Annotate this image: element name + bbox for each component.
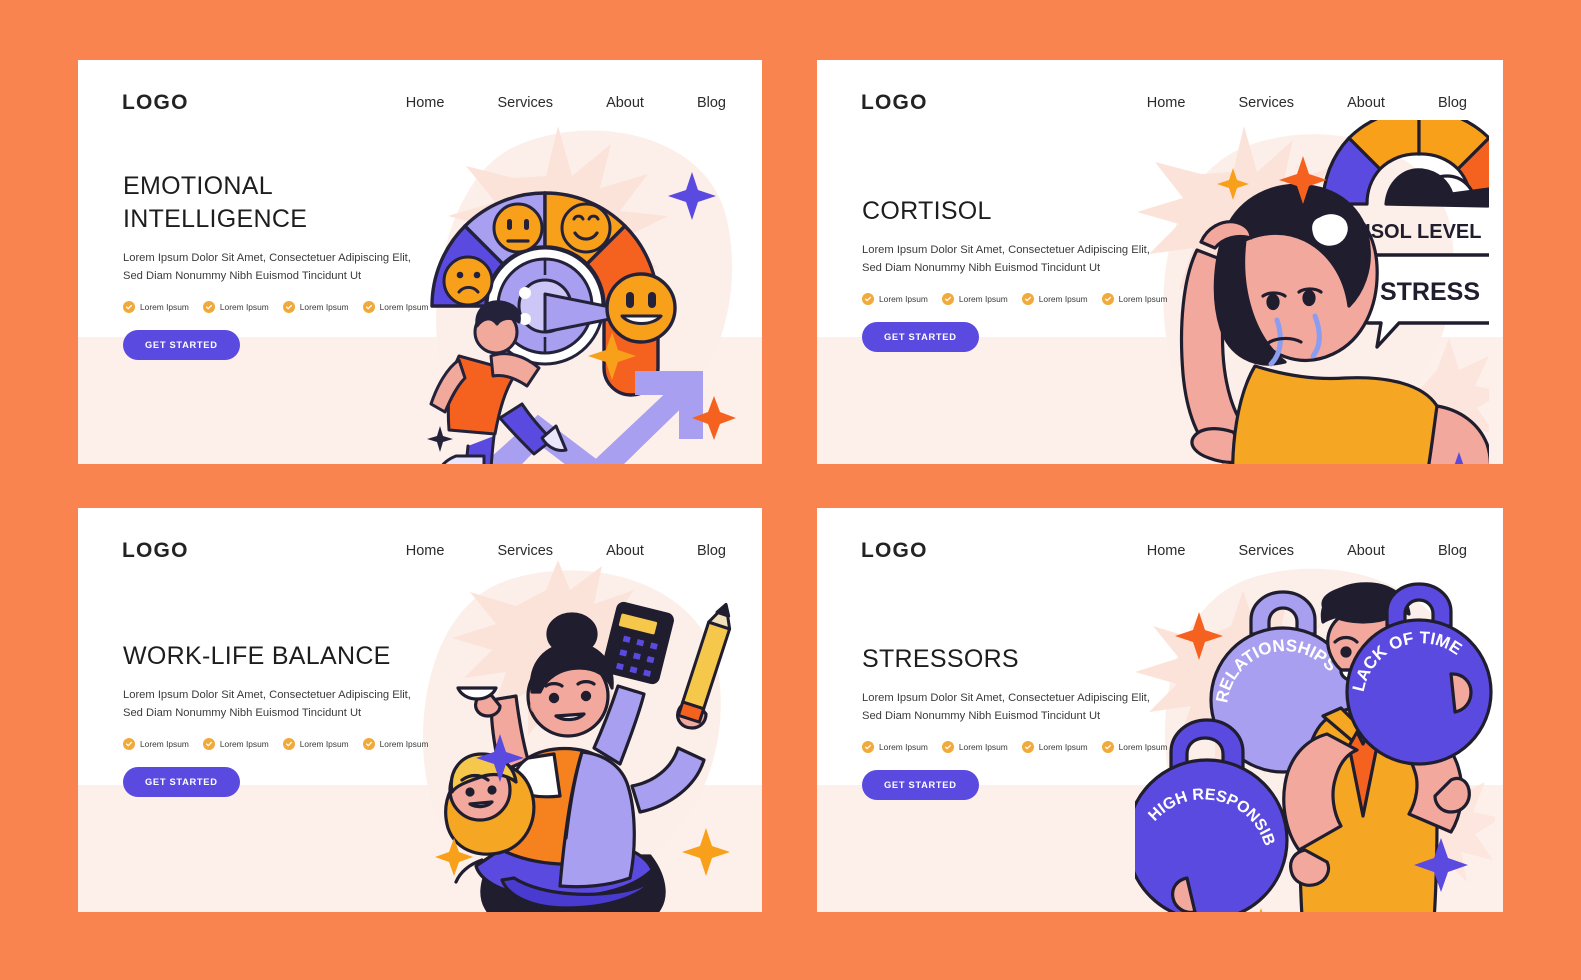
speech-bubble-label: STRESS	[1380, 278, 1480, 306]
hero-subtitle: Lorem Ipsum Dolor Sit Amet, Consectetuer…	[123, 689, 411, 720]
check-circle-icon	[1101, 741, 1114, 754]
feature-item: Lorem Ipsum	[1021, 741, 1088, 754]
feature-item: Lorem Ipsum	[123, 301, 189, 314]
nav-item-about[interactable]: About	[1347, 95, 1385, 111]
check-circle-icon	[941, 741, 954, 754]
feature-label: Lorem Ipsum	[379, 739, 429, 750]
nav-item-about[interactable]: About	[606, 543, 644, 559]
feature-item: Lorem Ipsum	[362, 301, 429, 314]
logo[interactable]: LOGO	[861, 91, 928, 115]
check-circle-icon	[123, 301, 135, 314]
nav-item-home[interactable]: Home	[406, 95, 445, 111]
check-circle-icon	[282, 301, 295, 314]
feature-list: Lorem Ipsum Lorem Ipsum Lorem Ipsum Lore…	[862, 741, 1192, 754]
feature-item: Lorem Ipsum	[202, 301, 269, 314]
feature-label: Lorem Ipsum	[140, 302, 189, 313]
get-started-button[interactable]: GET STARTED	[862, 322, 979, 353]
check-circle-icon	[1101, 293, 1114, 306]
feature-item: Lorem Ipsum	[941, 741, 1008, 754]
feature-label: Lorem Ipsum	[299, 302, 349, 313]
feature-label: Lorem Ipsum	[1118, 742, 1168, 753]
logo[interactable]: LOGO	[861, 539, 928, 563]
feature-label: Lorem Ipsum	[1038, 742, 1088, 753]
feature-item: Lorem Ipsum	[202, 738, 269, 751]
hero-subtitle: Lorem Ipsum Dolor Sit Amet, Consectetuer…	[123, 252, 411, 283]
feature-label: Lorem Ipsum	[879, 742, 928, 753]
main-nav: Home Services About Blog	[1147, 95, 1467, 111]
landing-card-work-life-balance: LOGO Home Services About Blog WORK-LIFE …	[78, 508, 762, 912]
feature-label: Lorem Ipsum	[1118, 294, 1168, 305]
hero-subtitle: Lorem Ipsum Dolor Sit Amet, Consectetuer…	[862, 244, 1150, 275]
emoji-very-happy-icon	[605, 272, 677, 344]
logo[interactable]: LOGO	[122, 91, 189, 115]
emoji-happy-icon	[560, 202, 612, 254]
landing-card-emotional-intelligence: LOGO Home Services About Blog EMOTIONAL …	[78, 60, 762, 464]
get-started-button[interactable]: GET STARTED	[862, 770, 979, 801]
site-header: LOGO Home Services About Blog	[122, 86, 726, 120]
feature-item: Lorem Ipsum	[1101, 741, 1168, 754]
feature-label: Lorem Ipsum	[219, 739, 269, 750]
nav-item-home[interactable]: Home	[1147, 95, 1186, 111]
hero-copy: CORTISOL Lorem Ipsum Dolor Sit Amet, Con…	[862, 195, 1192, 353]
get-started-button[interactable]: GET STARTED	[123, 767, 240, 798]
main-nav: Home Services About Blog	[406, 95, 726, 111]
feature-item: Lorem Ipsum	[282, 738, 349, 751]
feature-label: Lorem Ipsum	[140, 739, 189, 750]
nav-item-services[interactable]: Services	[1238, 95, 1294, 111]
site-header: LOGO Home Services About Blog	[861, 86, 1467, 120]
nav-item-blog[interactable]: Blog	[697, 543, 726, 559]
nav-item-blog[interactable]: Blog	[1438, 95, 1467, 111]
page-title: STRESSORS	[862, 645, 1019, 673]
feature-item: Lorem Ipsum	[362, 738, 429, 751]
feature-label: Lorem Ipsum	[219, 302, 269, 313]
check-circle-icon	[862, 741, 874, 754]
nav-item-home[interactable]: Home	[406, 543, 445, 559]
poster-canvas: LOGO Home Services About Blog EMOTIONAL …	[0, 0, 1581, 980]
feature-item: Lorem Ipsum	[862, 293, 928, 306]
hero-copy: WORK-LIFE BALANCE Lorem Ipsum Dolor Sit …	[123, 640, 453, 798]
nav-item-blog[interactable]: Blog	[697, 95, 726, 111]
main-nav: Home Services About Blog	[406, 543, 726, 559]
page-title: EMOTIONAL INTELLIGENCE	[123, 172, 308, 233]
get-started-button[interactable]: GET STARTED	[123, 330, 240, 361]
hero-subtitle: Lorem Ipsum Dolor Sit Amet, Consectetuer…	[862, 692, 1150, 723]
feature-list: Lorem Ipsum Lorem Ipsum Lorem Ipsum Lore…	[123, 301, 453, 314]
landing-card-stressors: LOGO Home Services About Blog STRESSORS …	[817, 508, 1503, 912]
nav-item-services[interactable]: Services	[497, 95, 553, 111]
feature-label: Lorem Ipsum	[879, 294, 928, 305]
feature-item: Lorem Ipsum	[941, 293, 1008, 306]
feature-label: Lorem Ipsum	[958, 742, 1008, 753]
feature-label: Lorem Ipsum	[1038, 294, 1088, 305]
logo[interactable]: LOGO	[122, 539, 189, 563]
page-title: CORTISOL	[862, 197, 992, 225]
feature-label: Lorem Ipsum	[299, 739, 349, 750]
feature-item: Lorem Ipsum	[1021, 293, 1088, 306]
emoji-neutral-icon	[492, 202, 544, 254]
check-circle-icon	[123, 738, 135, 751]
check-circle-icon	[362, 738, 375, 751]
check-circle-icon	[941, 293, 954, 306]
page-title: WORK-LIFE BALANCE	[123, 642, 391, 670]
check-circle-icon	[1021, 293, 1034, 306]
feature-label: Lorem Ipsum	[958, 294, 1008, 305]
feature-item: Lorem Ipsum	[1101, 293, 1168, 306]
feature-item: Lorem Ipsum	[123, 738, 189, 751]
check-circle-icon	[362, 301, 375, 314]
feature-list: Lorem Ipsum Lorem Ipsum Lorem Ipsum Lore…	[123, 738, 453, 751]
landing-card-cortisol: LOGO Home Services About Blog CORTISOL L…	[817, 60, 1503, 464]
check-circle-icon	[202, 738, 215, 751]
nav-item-services[interactable]: Services	[497, 543, 553, 559]
feature-label: Lorem Ipsum	[379, 302, 429, 313]
feature-item: Lorem Ipsum	[282, 301, 349, 314]
check-circle-icon	[1021, 741, 1034, 754]
feature-list: Lorem Ipsum Lorem Ipsum Lorem Ipsum Lore…	[862, 293, 1192, 306]
feature-item: Lorem Ipsum	[862, 741, 928, 754]
hero-copy: EMOTIONAL INTELLIGENCE Lorem Ipsum Dolor…	[123, 170, 453, 361]
nav-item-about[interactable]: About	[606, 95, 644, 111]
check-circle-icon	[202, 301, 215, 314]
check-circle-icon	[282, 738, 295, 751]
hero-copy: STRESSORS Lorem Ipsum Dolor Sit Amet, Co…	[862, 643, 1192, 801]
check-circle-icon	[862, 293, 874, 306]
